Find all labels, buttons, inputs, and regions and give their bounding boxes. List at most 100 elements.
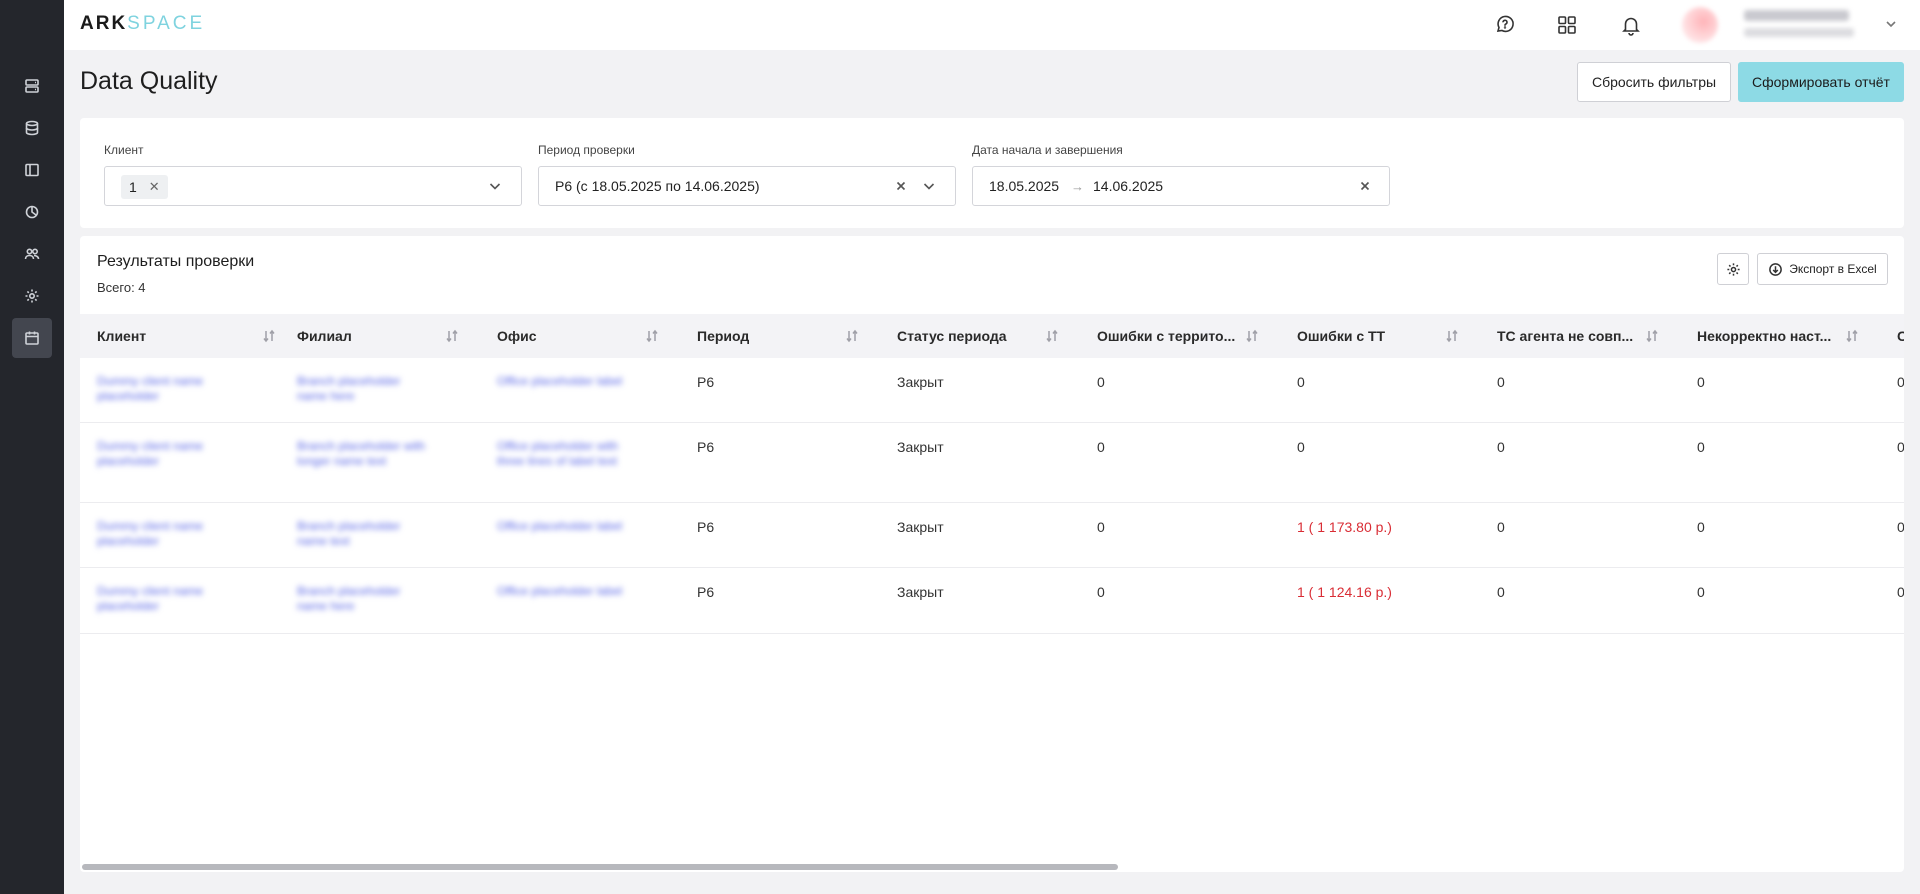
- notifications-button[interactable]: [1618, 12, 1644, 38]
- column-header-incorrect-settings[interactable]: Некорректно наст...: [1697, 314, 1897, 358]
- logo[interactable]: ARKSPACE: [80, 13, 205, 35]
- period-select-chevron[interactable]: [921, 178, 937, 194]
- branch-link-redacted[interactable]: Branch placeholder name here: [297, 374, 427, 404]
- period-cell: P6: [697, 439, 715, 455]
- sort-icon[interactable]: [1045, 329, 1059, 343]
- sidebar-item-calendar[interactable]: [12, 318, 52, 358]
- sort-icon[interactable]: [845, 329, 859, 343]
- period-cell: P6: [697, 584, 715, 600]
- sidebar-item-users[interactable]: [12, 234, 52, 274]
- arrow-right-icon: →: [1071, 179, 1084, 194]
- calendar-icon: [25, 331, 39, 345]
- sidebar-item-reports[interactable]: [12, 192, 52, 232]
- date-clear-button[interactable]: [1357, 178, 1373, 194]
- column-header-tt-errors[interactable]: Ошибки с ТТ: [1297, 314, 1497, 358]
- status-cell: Закрыт: [897, 584, 944, 600]
- period-clear-button[interactable]: [893, 178, 909, 194]
- column-header-branch[interactable]: Филиал: [297, 314, 497, 358]
- status-cell: Закрыт: [897, 374, 944, 390]
- client-link-redacted[interactable]: Dummy client name placeholder: [97, 439, 227, 469]
- sort-icon[interactable]: [1845, 329, 1859, 343]
- client-link-redacted[interactable]: Dummy client name placeholder: [97, 584, 227, 614]
- table-row[interactable]: Dummy client name placeholder Branch pla…: [80, 568, 1904, 634]
- column-header-label: Статус периода: [897, 328, 1007, 344]
- horizontal-scrollbar[interactable]: [82, 864, 1118, 870]
- status-cell: Закрыт: [897, 519, 944, 535]
- client-link-redacted[interactable]: Dummy client name placeholder: [97, 374, 227, 404]
- column-header-extra[interactable]: С: [1897, 314, 1904, 358]
- user-name-redacted: [1744, 10, 1849, 21]
- filters-panel: Клиент 1 ✕ Период проверки P6 (с 18.05.2…: [80, 118, 1904, 228]
- chevron-down-icon: [1886, 21, 1896, 28]
- user-role-redacted: [1744, 28, 1854, 37]
- sort-icon[interactable]: [1245, 329, 1259, 343]
- period-cell: P6: [697, 519, 715, 535]
- page-title: Data Quality: [80, 67, 218, 95]
- logo-main-text: ARK: [80, 13, 128, 34]
- branch-link-redacted[interactable]: Branch placeholder with longer name text: [297, 439, 427, 469]
- sort-icon[interactable]: [645, 329, 659, 343]
- sidebar: [0, 0, 64, 894]
- incorrect-settings-cell: 0: [1697, 374, 1705, 390]
- table-row[interactable]: Dummy client name placeholder Branch pla…: [80, 358, 1904, 423]
- avatar[interactable]: [1682, 7, 1718, 43]
- tt-errors-cell[interactable]: 1 ( 1 173.80 р.): [1297, 519, 1392, 535]
- column-header-label: Клиент: [97, 328, 147, 344]
- table-row[interactable]: Dummy client name placeholder Branch pla…: [80, 423, 1904, 503]
- office-link-redacted[interactable]: Office placeholder with three lines of l…: [497, 439, 627, 469]
- column-header-label: Период: [697, 328, 750, 344]
- export-excel-button[interactable]: Экспорт в Excel: [1757, 253, 1888, 285]
- sidebar-item-layout[interactable]: [12, 150, 52, 190]
- sort-icon[interactable]: [262, 329, 276, 343]
- column-header-territory-errors[interactable]: Ошибки с террито...: [1097, 314, 1297, 358]
- branch-link-redacted[interactable]: Branch placeholder name text: [297, 519, 427, 549]
- date-range-picker[interactable]: 18.05.2025 → 14.06.2025: [972, 166, 1390, 206]
- client-select[interactable]: 1 ✕: [104, 166, 522, 206]
- column-header-label: ТС агента не совп...: [1497, 328, 1634, 344]
- layout-icon: [25, 163, 39, 177]
- support-chat-button[interactable]: [1492, 12, 1518, 38]
- sidebar-item-database[interactable]: [12, 108, 52, 148]
- sort-icon[interactable]: [1645, 329, 1659, 343]
- column-header-period[interactable]: Период: [697, 314, 897, 358]
- office-link-redacted[interactable]: Office placeholder label: [497, 519, 627, 534]
- sidebar-item-servers[interactable]: [12, 66, 52, 106]
- results-panel: Результаты проверки Всего: 4 Экспорт в E…: [80, 236, 1904, 872]
- branch-link-redacted[interactable]: Branch placeholder name here: [297, 584, 427, 614]
- office-link-redacted[interactable]: Office placeholder label: [497, 584, 627, 599]
- tt-errors-cell[interactable]: 1 ( 1 124.16 р.): [1297, 584, 1392, 600]
- remove-tag-icon[interactable]: ✕: [149, 179, 160, 195]
- date-end-value[interactable]: 14.06.2025: [1093, 178, 1163, 194]
- table-settings-button[interactable]: [1717, 253, 1749, 285]
- agent-mismatch-cell: 0: [1497, 519, 1505, 535]
- sidebar-item-settings[interactable]: [12, 276, 52, 316]
- column-header-period-status[interactable]: Статус периода: [897, 314, 1097, 358]
- table-row[interactable]: Dummy client name placeholder Branch pla…: [80, 503, 1904, 568]
- gear-icon: [25, 289, 39, 303]
- period-cell: P6: [697, 374, 715, 390]
- column-header-office[interactable]: Офис: [497, 314, 697, 358]
- user-menu-toggle[interactable]: [1884, 17, 1898, 31]
- period-filter-label: Период проверки: [538, 143, 635, 157]
- date-start-value[interactable]: 18.05.2025: [989, 178, 1059, 194]
- column-header-label: Ошибки с террито...: [1097, 328, 1236, 344]
- sort-icon[interactable]: [1445, 329, 1459, 343]
- row-divider: [80, 633, 1904, 634]
- apps-button[interactable]: [1554, 12, 1580, 38]
- column-header-client[interactable]: Клиент: [97, 314, 297, 358]
- logo-accent-text: SPACE: [127, 13, 206, 34]
- client-link-redacted[interactable]: Dummy client name placeholder: [97, 519, 227, 549]
- extra-cell: 0: [1897, 584, 1904, 600]
- client-select-chevron[interactable]: [487, 178, 503, 194]
- period-select[interactable]: P6 (с 18.05.2025 по 14.06.2025): [538, 166, 956, 206]
- chevron-down-icon: [923, 183, 935, 190]
- office-link-redacted[interactable]: Office placeholder label: [497, 374, 627, 389]
- generate-report-button[interactable]: Сформировать отчёт: [1738, 62, 1904, 102]
- extra-cell: 0: [1897, 374, 1904, 390]
- sort-icon[interactable]: [445, 329, 459, 343]
- reset-filters-button[interactable]: Сбросить фильтры: [1577, 62, 1731, 102]
- incorrect-settings-cell: 0: [1697, 584, 1705, 600]
- user-info[interactable]: [1744, 10, 1854, 37]
- column-header-agent-mismatch[interactable]: ТС агента не совп...: [1497, 314, 1697, 358]
- column-header-label: Ошибки с ТТ: [1297, 328, 1386, 344]
